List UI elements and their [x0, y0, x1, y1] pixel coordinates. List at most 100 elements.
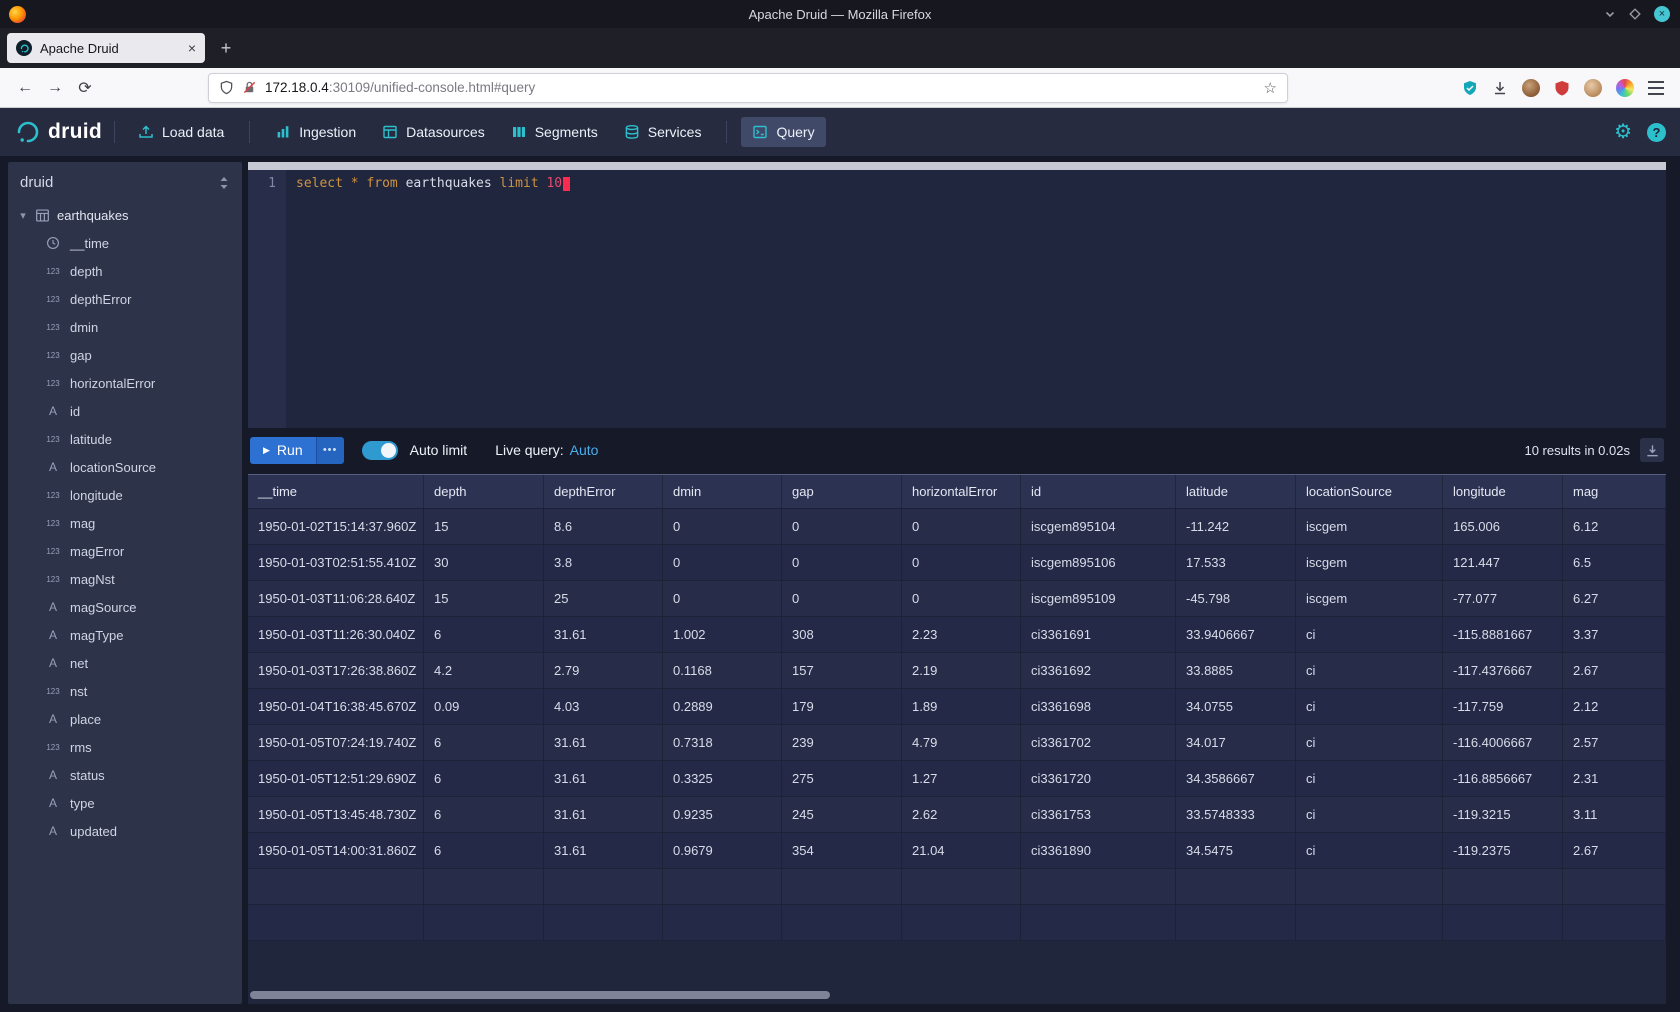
table-cell[interactable]: 6 [424, 725, 544, 761]
profile-avatar-icon[interactable] [1584, 79, 1602, 97]
table-cell[interactable]: 0 [663, 509, 782, 545]
column-header-id[interactable]: id [1021, 475, 1176, 508]
table-cell[interactable]: 6 [424, 833, 544, 869]
table-cell[interactable]: iscgem895104 [1021, 509, 1176, 545]
column-header-locationSource[interactable]: locationSource [1296, 475, 1443, 508]
table-cell[interactable]: -77.077 [1443, 581, 1563, 617]
column-item-status[interactable]: Astatus [8, 761, 242, 789]
bookmark-star-icon[interactable]: ☆ [1264, 79, 1277, 97]
tracking-protection-shield-icon[interactable] [219, 80, 234, 95]
table-cell[interactable]: 34.0755 [1176, 689, 1296, 725]
editor-code-area[interactable]: 1 select * from earthquakes limit 10 [248, 170, 1666, 428]
column-item-place[interactable]: Aplace [8, 705, 242, 733]
druid-brand[interactable]: druid [14, 119, 102, 145]
editor-scrollbar[interactable] [248, 162, 1666, 170]
run-more-button[interactable]: ••• [316, 437, 344, 464]
table-cell[interactable]: 3.11 [1563, 797, 1666, 833]
table-cell[interactable]: 17.533 [1176, 545, 1296, 581]
gear-icon[interactable]: ⚙ [1614, 122, 1632, 142]
table-cell[interactable]: 308 [782, 617, 902, 653]
table-cell[interactable]: ci3361890 [1021, 833, 1176, 869]
table-tree-item-earthquakes[interactable]: ▾ earthquakes [8, 201, 242, 229]
column-header-latitude[interactable]: latitude [1176, 475, 1296, 508]
nav-load-data[interactable]: Load data [127, 117, 235, 147]
table-cell[interactable]: 2.19 [902, 653, 1021, 689]
column-header-horizontalError[interactable]: horizontalError [902, 475, 1021, 508]
table-cell[interactable]: 6.27 [1563, 581, 1666, 617]
help-icon[interactable]: ? [1647, 123, 1666, 142]
table-cell[interactable]: 15 [424, 581, 544, 617]
table-cell[interactable]: 0 [902, 545, 1021, 581]
column-header-longitude[interactable]: longitude [1443, 475, 1563, 508]
table-cell[interactable]: ci [1296, 689, 1443, 725]
table-cell[interactable]: 1950-01-03T17:26:38.860Z [248, 653, 424, 689]
table-cell[interactable]: 6 [424, 617, 544, 653]
table-cell[interactable]: 21.04 [902, 833, 1021, 869]
extension-pinwheel-icon[interactable] [1616, 79, 1634, 97]
table-cell[interactable]: 2.67 [1563, 653, 1666, 689]
table-cell[interactable]: 3.8 [544, 545, 663, 581]
table-cell[interactable]: 1950-01-05T14:00:31.860Z [248, 833, 424, 869]
table-cell[interactable]: 33.9406667 [1176, 617, 1296, 653]
table-cell[interactable]: -119.3215 [1443, 797, 1563, 833]
new-tab-button[interactable]: + [213, 38, 239, 59]
column-item-magSource[interactable]: AmagSource [8, 593, 242, 621]
back-icon[interactable]: ← [10, 74, 40, 102]
table-cell[interactable]: 2.57 [1563, 725, 1666, 761]
table-cell[interactable]: ci3361702 [1021, 725, 1176, 761]
table-cell[interactable]: ci [1296, 797, 1443, 833]
horizontal-scrollbar[interactable] [250, 991, 830, 999]
table-cell[interactable]: iscgem [1296, 509, 1443, 545]
table-cell[interactable]: 2.79 [544, 653, 663, 689]
table-cell[interactable]: 275 [782, 761, 902, 797]
table-cell[interactable]: 1950-01-03T11:26:30.040Z [248, 617, 424, 653]
menu-icon[interactable] [1648, 81, 1664, 95]
table-cell[interactable]: 6.12 [1563, 509, 1666, 545]
table-cell[interactable]: 0 [902, 581, 1021, 617]
table-cell[interactable]: 0.1168 [663, 653, 782, 689]
column-item-latitude[interactable]: 123latitude [8, 425, 242, 453]
auto-limit-toggle[interactable] [362, 441, 398, 460]
column-item-nst[interactable]: 123nst [8, 677, 242, 705]
column-item-locationSource[interactable]: AlocationSource [8, 453, 242, 481]
table-cell[interactable]: 30 [424, 545, 544, 581]
table-cell[interactable]: 15 [424, 509, 544, 545]
table-cell[interactable]: ci3361691 [1021, 617, 1176, 653]
table-cell[interactable]: 0 [782, 509, 902, 545]
table-cell[interactable]: 0 [663, 545, 782, 581]
nav-datasources[interactable]: Datasources [371, 117, 496, 147]
table-cell[interactable]: 34.5475 [1176, 833, 1296, 869]
table-cell[interactable]: 6 [424, 761, 544, 797]
table-cell[interactable]: 34.3586667 [1176, 761, 1296, 797]
table-cell[interactable]: 1.89 [902, 689, 1021, 725]
table-cell[interactable]: 25 [544, 581, 663, 617]
table-cell[interactable]: 0.09 [424, 689, 544, 725]
table-cell[interactable]: 0.9679 [663, 833, 782, 869]
table-cell[interactable]: 0.2889 [663, 689, 782, 725]
chevron-down-icon[interactable]: ▾ [18, 209, 28, 222]
query-text[interactable]: select * from earthquakes limit 10 [286, 170, 1666, 428]
table-cell[interactable]: 1.27 [902, 761, 1021, 797]
table-cell[interactable]: 1.002 [663, 617, 782, 653]
ublock-origin-icon[interactable] [1554, 80, 1570, 96]
reload-icon[interactable]: ⟳ [70, 74, 100, 102]
table-cell[interactable]: 1950-01-02T15:14:37.960Z [248, 509, 424, 545]
table-cell[interactable]: 245 [782, 797, 902, 833]
column-item-magError[interactable]: 123magError [8, 537, 242, 565]
live-query-value[interactable]: Auto [570, 442, 599, 458]
table-cell[interactable]: 1950-01-05T07:24:19.740Z [248, 725, 424, 761]
table-cell[interactable]: ci3361698 [1021, 689, 1176, 725]
column-header-depth[interactable]: depth [424, 475, 544, 508]
table-cell[interactable]: 0 [782, 581, 902, 617]
table-cell[interactable]: ci3361692 [1021, 653, 1176, 689]
column-item-mag[interactable]: 123mag [8, 509, 242, 537]
table-cell[interactable]: 4.2 [424, 653, 544, 689]
table-cell[interactable]: 31.61 [544, 761, 663, 797]
table-cell[interactable]: 33.8885 [1176, 653, 1296, 689]
table-cell[interactable]: 179 [782, 689, 902, 725]
table-cell[interactable]: 4.03 [544, 689, 663, 725]
table-cell[interactable]: -116.4006667 [1443, 725, 1563, 761]
table-cell[interactable]: 354 [782, 833, 902, 869]
table-cell[interactable]: 31.61 [544, 797, 663, 833]
window-maximize-icon[interactable] [1629, 8, 1641, 20]
